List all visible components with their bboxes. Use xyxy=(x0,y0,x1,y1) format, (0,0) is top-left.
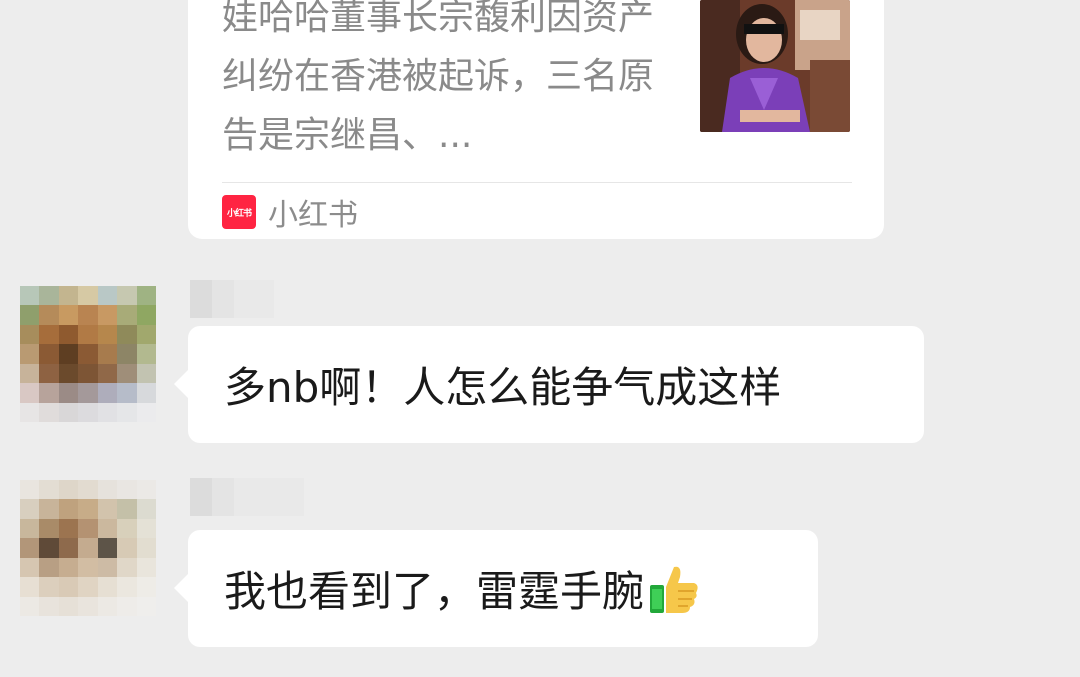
message-bubble[interactable]: 我也看到了，雷霆手腕 xyxy=(174,530,818,647)
avatar[interactable] xyxy=(20,480,156,616)
card-source: 小红书 小红书 xyxy=(222,192,358,233)
message-bubble[interactable]: 多nb啊！人怎么能争气成这样 xyxy=(174,326,924,443)
message-text: 多nb啊！人怎么能争气成这样 xyxy=(224,363,782,412)
thumbnail-image xyxy=(700,0,850,132)
thumbs-up-emoji-icon xyxy=(650,566,698,613)
card-source-name: 小红书 xyxy=(268,198,358,233)
sender-nickname-blurred xyxy=(190,478,304,516)
shared-link-card[interactable]: 娃哈哈董事长宗馥利因资产纠纷在香港被起诉，三名原告是宗继昌、... 小红书 小红… xyxy=(188,0,884,239)
message-text: 我也看到了，雷霆手腕 xyxy=(224,567,645,616)
sender-nickname-blurred xyxy=(190,280,274,318)
xiaohongshu-icon: 小红书 xyxy=(222,195,256,229)
card-description: 娃哈哈董事长宗馥利因资产纠纷在香港被起诉，三名原告是宗继昌、... xyxy=(222,0,655,156)
chat-window: 娃哈哈董事长宗馥利因资产纠纷在香港被起诉，三名原告是宗继昌、... 小红书 小红… xyxy=(0,0,1080,677)
avatar[interactable] xyxy=(20,286,156,422)
card-divider xyxy=(222,182,852,183)
card-thumbnail xyxy=(700,0,850,132)
